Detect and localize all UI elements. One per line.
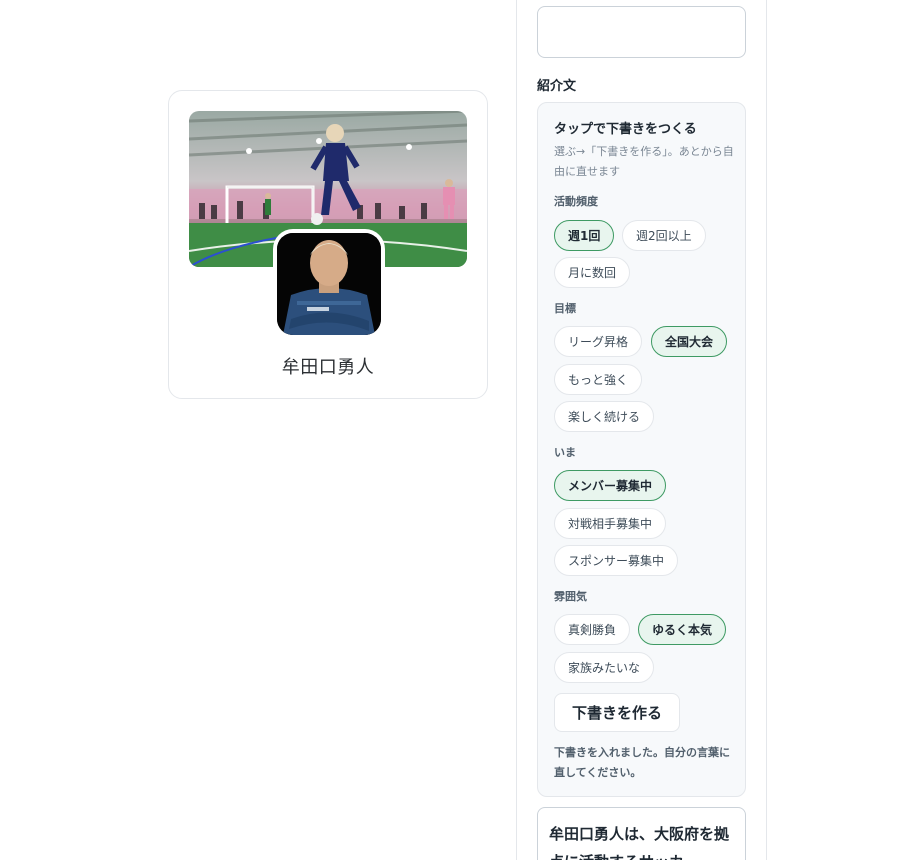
chip-atmosphere-relaxed-serious[interactable]: ゆるく本気: [638, 614, 727, 645]
text-input[interactable]: [537, 6, 746, 58]
chip-goal-promotion[interactable]: リーグ昇格: [554, 326, 643, 357]
chip-now-seeking-opponents[interactable]: 対戦相手募集中: [554, 508, 667, 539]
chip-atmosphere-serious[interactable]: 真剣勝負: [554, 614, 631, 645]
draft-status-note: 下書きを入れました。自分の言葉に直してください。: [554, 746, 730, 779]
group-label-frequency: 活動頻度: [554, 195, 598, 208]
group-label-atmosphere: 雰囲気: [554, 590, 587, 603]
group-label-now: いま: [554, 446, 576, 459]
chip-now-recruiting-members[interactable]: メンバー募集中: [554, 470, 667, 501]
chip-goal-enjoy[interactable]: 楽しく続ける: [554, 401, 655, 432]
chip-now-seeking-sponsors[interactable]: スポンサー募集中: [554, 545, 679, 576]
chip-atmosphere-family[interactable]: 家族みたいな: [554, 652, 655, 683]
profile-name: 牟田口勇人: [281, 357, 375, 378]
chip-frequency-weekly[interactable]: 週1回: [554, 220, 615, 251]
draft-helper-box: タップで下書きをつくる 選ぶ→「下書きを作る」。あとから自由に直せます 活動頻度…: [537, 102, 746, 797]
chip-frequency-monthly[interactable]: 月に数回: [554, 257, 631, 288]
helper-description: 選ぶ→「下書きを作る」。あとから自由に直せます: [554, 145, 734, 178]
intro-textarea[interactable]: 牟田口勇人は、大阪府を拠点に活動するサッカ: [537, 807, 746, 860]
group-label-goal: 目標: [554, 302, 576, 315]
chip-goal-national[interactable]: 全国大会: [651, 326, 728, 357]
chip-goal-stronger[interactable]: もっと強く: [554, 364, 643, 395]
helper-title: タップで下書きをつくる: [554, 122, 697, 137]
settings-panel: 紹介文 タップで下書きをつくる 選ぶ→「下書きを作る」。あとから自由に直せます …: [516, 0, 767, 860]
avatar[interactable]: [277, 233, 381, 335]
intro-section-label: 紹介文: [537, 79, 577, 94]
avatar-frame: [273, 229, 385, 339]
create-draft-button[interactable]: 下書きを作る: [554, 693, 681, 732]
profile-card: 牟田口勇人: [168, 90, 488, 399]
chip-frequency-twice-weekly[interactable]: 週2回以上: [622, 220, 706, 251]
